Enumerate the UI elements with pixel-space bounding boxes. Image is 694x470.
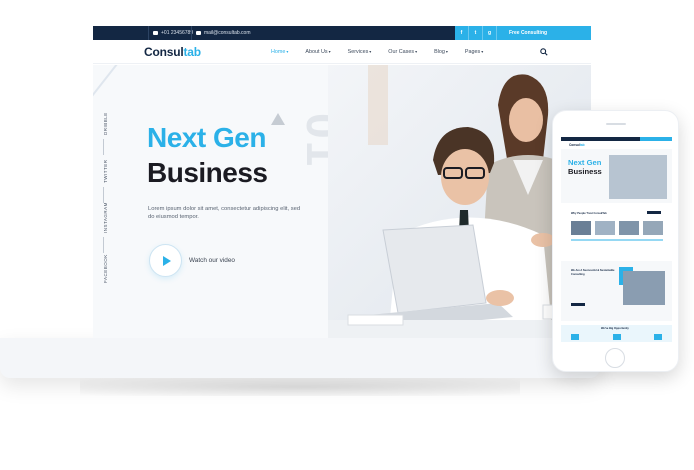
phone-section-opportunity: We've Big Opportunity xyxy=(561,325,672,342)
phone-hero-photo xyxy=(609,155,667,199)
topbar-email[interactable]: mail@consultab.com xyxy=(191,26,250,40)
side-social-divider xyxy=(103,187,104,203)
phone-section-trust-title: Why People Trust ConsulTab xyxy=(571,212,607,215)
phone-logo-accent: tab xyxy=(579,143,585,147)
phone-about-photo xyxy=(623,271,665,305)
nav-item-about-us[interactable]: About Us▾ xyxy=(305,49,330,55)
website-screen: +01 23456789 mail@consultab.com f t g Fr… xyxy=(93,26,591,338)
play-icon xyxy=(162,255,171,266)
chevron-down-icon: ▾ xyxy=(445,49,448,54)
chevron-down-icon: ▾ xyxy=(369,49,372,54)
nav-item-pages[interactable]: Pages▾ xyxy=(465,49,483,55)
nav-item-home[interactable]: Home▾ xyxy=(271,49,288,55)
facebook-icon[interactable]: f xyxy=(455,26,469,40)
phone-screen: Consultab Next Gen Business Why People T… xyxy=(561,137,672,342)
top-bar: +01 23456789 mail@consultab.com f t g Fr… xyxy=(93,26,591,40)
nav-item-label: About Us xyxy=(305,49,328,55)
main-navigation: Consultab Home▾ About Us▾ Services▾ Our … xyxy=(93,40,591,64)
phone-logo-main: Consul xyxy=(569,143,580,147)
topbar-phone[interactable]: +01 23456789 xyxy=(148,26,193,40)
play-video-button[interactable] xyxy=(149,244,182,277)
phone-thumb xyxy=(619,221,639,235)
phone-thumb xyxy=(643,221,663,235)
nav-item-our-cases[interactable]: Our Cases▾ xyxy=(388,49,417,55)
phone-icon xyxy=(153,31,158,35)
phone-hero-title-line1: Next Gen xyxy=(568,158,602,167)
free-consulting-link[interactable]: Free Consulting xyxy=(509,30,547,36)
side-social-twitter[interactable]: TWITTER xyxy=(103,160,108,184)
desktop-mockup-shadow xyxy=(80,378,520,396)
nav-item-services[interactable]: Services▾ xyxy=(348,49,372,55)
nav-item-label: Pages xyxy=(464,49,481,55)
phone-hero-title-line2: Business xyxy=(568,167,602,176)
side-social-divider xyxy=(103,237,104,253)
phone-feature-icon xyxy=(654,334,662,340)
phone-divider xyxy=(571,239,663,241)
side-social-facebook[interactable]: FACEBOOK xyxy=(103,254,108,283)
phone-feature-icon xyxy=(571,334,579,340)
mail-icon xyxy=(196,31,201,35)
phone-section-trust: Why People Trust ConsulTab xyxy=(561,207,672,257)
hero-title-line1: Next Gen xyxy=(147,122,266,153)
logo-text-accent: tab xyxy=(183,45,201,59)
twitter-icon[interactable]: t xyxy=(469,26,483,40)
topbar-social-bar: f t g Free Consulting xyxy=(455,26,591,40)
phone-top-bar-accent xyxy=(640,137,672,141)
phone-section-button xyxy=(571,303,585,306)
nav-item-label: Services xyxy=(347,49,369,55)
chevron-down-icon: ▾ xyxy=(328,49,331,54)
phone-feature-icon xyxy=(613,334,621,340)
nav-item-label: Home xyxy=(271,49,286,55)
hero-section: DRIBBLE TWITTER INSTAGRAM FACEBOOK 01 Ne… xyxy=(93,65,591,338)
hero-description: Lorem ipsum dolor sit amet, consectetur … xyxy=(148,206,301,221)
phone-top-bar xyxy=(561,137,672,141)
chevron-down-icon: ▾ xyxy=(415,49,418,54)
side-social-divider xyxy=(103,139,104,155)
chevron-down-icon: ▾ xyxy=(481,49,484,54)
phone-section-button xyxy=(647,211,661,214)
site-logo[interactable]: Consultab xyxy=(144,45,201,59)
logo-text-main: Consul xyxy=(144,45,184,59)
desktop-mockup-base xyxy=(0,338,600,378)
nav-menu: Home▾ About Us▾ Services▾ Our Cases▾ Blo… xyxy=(271,40,500,64)
phone-logo: Consultab xyxy=(569,143,585,147)
chevron-down-icon: ▾ xyxy=(286,49,289,54)
phone-hero: Next Gen Business xyxy=(561,149,672,203)
phone-thumb xyxy=(595,221,615,235)
hero-title-line2: Business xyxy=(147,157,268,188)
phone-thumb xyxy=(571,221,591,235)
phone-speaker xyxy=(606,123,626,125)
phone-home-button xyxy=(605,348,625,368)
phone-mockup: Consultab Next Gen Business Why People T… xyxy=(552,110,679,372)
topbar-phone-text: +01 23456789 xyxy=(161,30,194,36)
topbar-email-text: mail@consultab.com xyxy=(204,30,251,36)
nav-item-label: Our Cases xyxy=(388,49,415,55)
side-social-dribble[interactable]: DRIBBLE xyxy=(103,112,108,135)
nav-item-blog[interactable]: Blog▾ xyxy=(434,49,448,55)
phone-section-about: We Are A Successful & Sustainable Consul… xyxy=(561,261,672,321)
watch-video-label[interactable]: Watch our video xyxy=(189,257,235,264)
decorative-triangle xyxy=(271,113,285,125)
phone-section-opportunity-title: We've Big Opportunity xyxy=(601,327,629,330)
google-plus-icon[interactable]: g xyxy=(483,26,497,40)
side-social-instagram[interactable]: INSTAGRAM xyxy=(103,202,108,233)
nav-item-label: Blog xyxy=(434,49,445,55)
phone-section-about-title: We Are A Successful & Sustainable Consul… xyxy=(571,269,615,276)
search-icon[interactable] xyxy=(540,48,548,56)
